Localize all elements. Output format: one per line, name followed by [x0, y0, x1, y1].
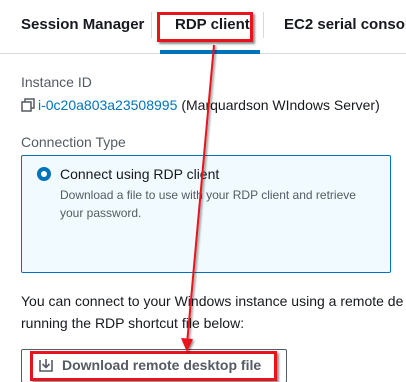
instructions-line-2: running the RDP shortcut file below: — [21, 315, 245, 331]
connection-type-label: Connection Type — [21, 134, 126, 150]
instance-id-row: i-0c20a803a23508995 (Marquardson WIndows… — [21, 97, 380, 113]
instructions-line-1: You can connect to your Windows instance… — [21, 293, 404, 309]
rdp-client-option-title: Connect using RDP client — [60, 166, 220, 182]
copy-icon[interactable] — [21, 98, 35, 112]
instance-id-label: Instance ID — [21, 74, 92, 90]
highlight-box-rdp-tab — [157, 12, 253, 42]
instance-name: (Marquardson WIndows Server) — [181, 97, 380, 113]
highlight-box-download-button — [30, 351, 277, 381]
tab-session-manager[interactable]: Session Manager — [21, 16, 144, 33]
radio-selected-icon[interactable] — [37, 167, 51, 181]
connection-instructions: You can connect to your Windows instance… — [21, 290, 406, 334]
tab-divider — [151, 12, 152, 38]
rdp-client-option-card[interactable]: Connect using RDP client Download a file… — [21, 155, 391, 273]
active-tab-indicator — [160, 50, 260, 54]
rdp-client-option-description: Download a file to use with your RDP cli… — [60, 188, 356, 220]
tab-ec2-serial-console[interactable]: EC2 serial console — [284, 16, 406, 33]
tab-divider — [263, 12, 264, 38]
instance-id-link[interactable]: i-0c20a803a23508995 — [38, 97, 177, 113]
